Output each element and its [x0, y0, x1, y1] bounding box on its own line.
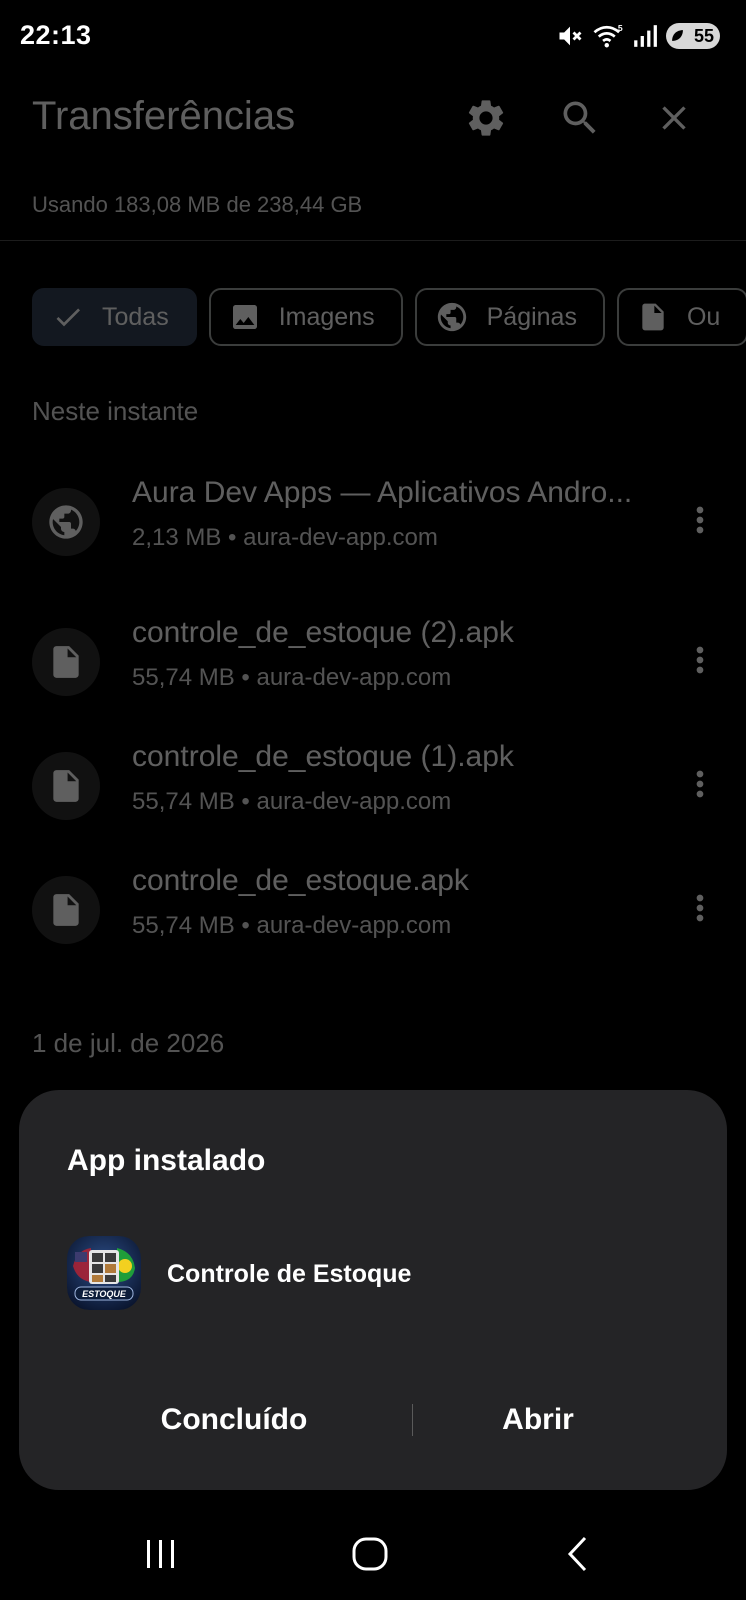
status-bar: 22:13 5 55 — [0, 0, 746, 72]
list-item[interactable]: controle_de_estoque (2).apk 55,74 MB • a… — [0, 616, 746, 726]
back-icon — [567, 1536, 587, 1572]
search-icon — [563, 101, 596, 134]
globe-icon — [49, 505, 83, 539]
more-options-button[interactable] — [680, 496, 720, 544]
more-vert-icon — [696, 646, 704, 674]
settings-icon — [468, 100, 504, 136]
estoque-logo: ESTOQUE — [67, 1236, 141, 1310]
logo-text: ESTOQUE — [82, 1289, 127, 1299]
chip-label: Páginas — [486, 302, 577, 331]
section-header: Neste instante — [32, 396, 199, 426]
signal-icon — [634, 25, 657, 47]
item-meta: 55,74 MB • aura-dev-app.com — [132, 664, 452, 691]
status-icons: 5 55 — [556, 22, 720, 50]
chip-label: Imagens — [278, 302, 375, 331]
dialog-title: App instalado — [67, 1144, 266, 1177]
chip-paginas[interactable]: Páginas — [414, 288, 605, 346]
settings-button[interactable] — [462, 94, 510, 142]
item-icon — [32, 876, 100, 944]
item-icon — [32, 752, 100, 820]
item-meta: 55,74 MB • aura-dev-app.com — [132, 912, 452, 939]
more-options-button[interactable] — [680, 636, 720, 684]
chip-label: Ou — [686, 302, 721, 331]
file-icon — [53, 894, 79, 926]
image-icon — [232, 305, 257, 329]
file-icon — [642, 303, 664, 331]
item-name: controle_de_estoque.apk — [132, 864, 469, 897]
divider — [0, 240, 746, 241]
list-item[interactable]: controle_de_estoque.apk 55,74 MB • aura-… — [0, 864, 746, 974]
app-icon: ESTOQUE — [67, 1236, 141, 1310]
file-icon — [53, 646, 79, 678]
home-icon — [352, 1537, 388, 1571]
status-time: 22:13 — [20, 20, 92, 50]
recent-apps-button[interactable] — [131, 1526, 191, 1582]
chip-label: Todas — [102, 302, 169, 331]
storage-usage: Usando 183,08 MB de 238,44 GB — [32, 192, 363, 217]
svg-text:5: 5 — [618, 23, 623, 33]
install-dialog: App instalado ESTOQUE Controle de Estoqu… — [19, 1090, 727, 1490]
back-button[interactable] — [548, 1526, 608, 1582]
item-name: controle_de_estoque (2).apk — [132, 616, 514, 649]
chip-todas[interactable]: Todas — [32, 288, 197, 346]
recent-apps-icon — [147, 1540, 174, 1568]
chip-outros[interactable]: Ou — [616, 288, 746, 346]
section-header: 1 de jul. de 2026 — [32, 1028, 225, 1058]
more-vert-icon — [696, 506, 704, 534]
more-vert-icon — [696, 894, 704, 922]
item-icon — [32, 488, 100, 556]
more-vert-icon — [696, 770, 704, 798]
list-item[interactable]: Aura Dev Apps — Aplicativos Andro... 2,1… — [0, 476, 746, 586]
open-button[interactable]: Abrir — [388, 1390, 688, 1450]
item-meta: 2,13 MB • aura-dev-app.com — [132, 524, 438, 551]
item-icon — [32, 628, 100, 696]
more-options-button[interactable] — [680, 884, 720, 932]
item-meta: 55,74 MB • aura-dev-app.com — [132, 788, 452, 815]
done-button[interactable]: Concluído — [84, 1390, 384, 1450]
close-button[interactable] — [650, 94, 698, 142]
page-title: Transferências — [32, 94, 296, 138]
home-button[interactable] — [340, 1526, 400, 1582]
globe-icon — [437, 302, 466, 332]
file-icon — [53, 770, 79, 802]
wifi-icon: 5 — [593, 23, 623, 48]
item-name: controle_de_estoque (1).apk — [132, 740, 514, 773]
battery-saver-icon — [672, 30, 683, 41]
navigation-bar — [0, 1508, 746, 1600]
list-item[interactable]: controle_de_estoque (1).apk 55,74 MB • a… — [0, 740, 746, 850]
close-icon — [662, 106, 686, 130]
item-name: Aura Dev Apps — Aplicativos Andro... — [132, 476, 633, 509]
mute-icon — [559, 26, 582, 46]
battery-indicator: 55 — [666, 23, 720, 49]
filter-chips: Todas Imagens Páginas Ou — [32, 288, 746, 346]
chip-imagens[interactable]: Imagens — [208, 288, 403, 346]
check-icon — [56, 308, 80, 327]
search-button[interactable] — [556, 94, 604, 142]
battery-level: 55 — [693, 25, 714, 46]
more-options-button[interactable] — [680, 760, 720, 808]
app-name: Controle de Estoque — [167, 1260, 412, 1288]
